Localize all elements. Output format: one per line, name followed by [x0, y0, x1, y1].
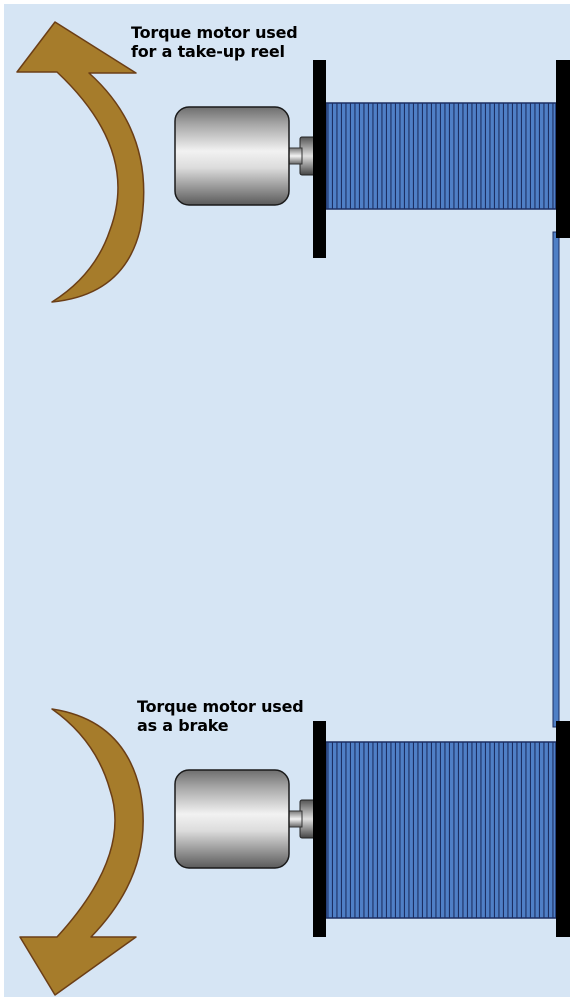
- supply-reel-tape: [325, 741, 557, 919]
- take-up-reel-label-line2: for a take-up reel: [131, 42, 285, 61]
- take-up-reel-label-line1: Torque motor used: [131, 23, 298, 42]
- take-up-motor-shaft: [287, 147, 303, 165]
- take-up-reel-tape: [325, 102, 557, 210]
- take-up-reel-right-flange: [556, 60, 570, 238]
- take-up-reel-left-flange: [313, 60, 326, 258]
- brake-motor: [174, 769, 290, 869]
- supply-reel-right-flange: [556, 721, 570, 937]
- brake-label-line1: Torque motor used: [137, 697, 304, 716]
- brake-label-line2: as a brake: [137, 716, 229, 735]
- brake-motor-shaft: [287, 810, 303, 828]
- take-up-reel-motor: [174, 106, 290, 206]
- torque-motor-diagram: Torque motor used for a take-up reel Tor…: [0, 0, 574, 1001]
- supply-reel-left-flange: [313, 721, 326, 937]
- take-up-reel-label: Torque motor used for a take-up reel: [131, 23, 298, 61]
- tape-path: [552, 231, 560, 728]
- brake-label: Torque motor used as a brake: [137, 697, 304, 735]
